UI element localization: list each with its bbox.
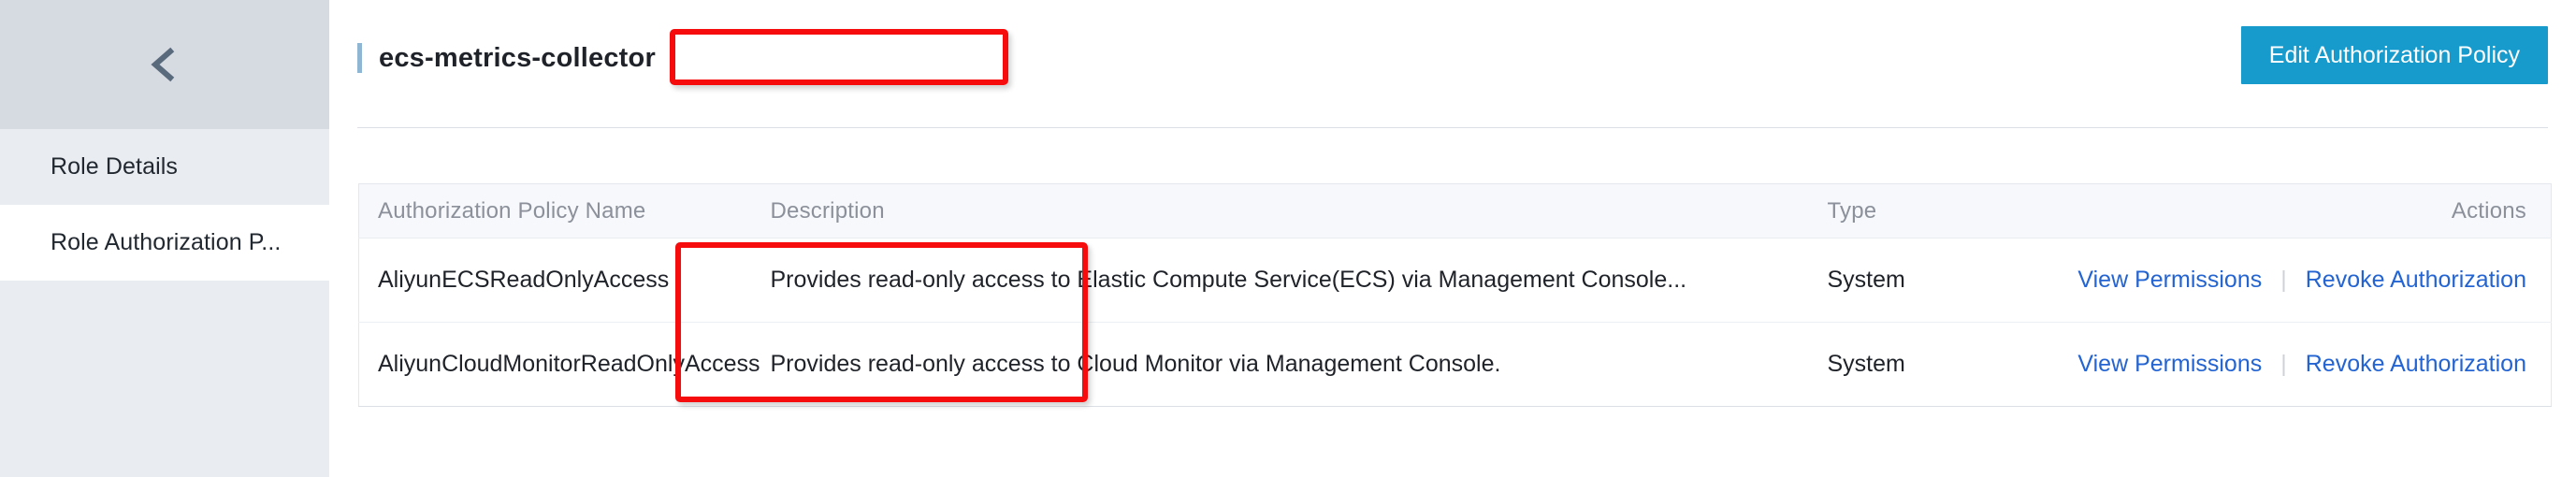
main-content: ecs-metrics-collector Edit Authorization… [329,0,2576,477]
table-body: AliyunECSReadOnlyAccess Provides read-on… [358,238,2552,407]
actions-group: View Permissions | Revoke Authorization [2077,267,2526,294]
cell-policy-name: AliyunECSReadOnlyAccess [358,238,752,323]
sidebar-collapse-button[interactable] [0,0,329,129]
action-separator: | [2280,351,2287,377]
header-divider [357,127,2548,128]
cell-policy-name: AliyunCloudMonitorReadOnlyAccess [358,322,760,407]
page-title-container: ecs-metrics-collector [357,37,656,79]
sidebar: Role Details Role Authorization P... [0,0,329,477]
actions-group: View Permissions | Revoke Authorization [2077,351,2526,378]
sidebar-item-role-authorization-policies[interactable]: Role Authorization P... [0,205,329,281]
edit-authorization-policy-button[interactable]: Edit Authorization Policy [2240,26,2548,84]
revoke-authorization-link[interactable]: Revoke Authorization [2306,351,2526,378]
chevron-left-icon [143,43,186,86]
action-separator: | [2280,267,2287,293]
sidebar-item-label: Role Authorization P... [51,229,282,255]
page-title: ecs-metrics-collector [379,42,656,73]
column-header-actions: Actions [2126,183,2552,238]
cell-actions: View Permissions | Revoke Authorization [2077,238,2552,323]
column-header-description: Description [751,183,1809,238]
sidebar-item-role-details[interactable]: Role Details [0,129,329,205]
table-row: AliyunCloudMonitorReadOnlyAccess Provide… [358,322,2552,407]
column-header-type: Type [1808,183,2127,238]
app-screen: Role Details Role Authorization P... ecs… [0,0,2576,477]
table-header: Authorization Policy Name Description Ty… [358,183,2552,238]
sidebar-item-label: Role Details [51,153,178,180]
revoke-authorization-link[interactable]: Revoke Authorization [2306,267,2526,294]
sidebar-header [0,0,329,129]
cell-actions: View Permissions | Revoke Authorization [2077,322,2552,407]
authorization-policy-table: Authorization Policy Name Description Ty… [358,183,2552,407]
view-permissions-link[interactable]: View Permissions [2077,267,2262,294]
title-accent-bar [357,43,362,73]
table-header-row: Authorization Policy Name Description Ty… [358,183,2552,238]
page-header: ecs-metrics-collector Edit Authorization… [329,0,2576,128]
column-header-policy-name: Authorization Policy Name [358,183,752,238]
cell-description: Provides read-only access to Cloud Monit… [751,322,1809,407]
view-permissions-link[interactable]: View Permissions [2077,351,2262,378]
sidebar-empty-area [0,281,329,477]
cell-description: Provides read-only access to Elastic Com… [751,238,1809,323]
table-row: AliyunECSReadOnlyAccess Provides read-on… [358,238,2552,323]
